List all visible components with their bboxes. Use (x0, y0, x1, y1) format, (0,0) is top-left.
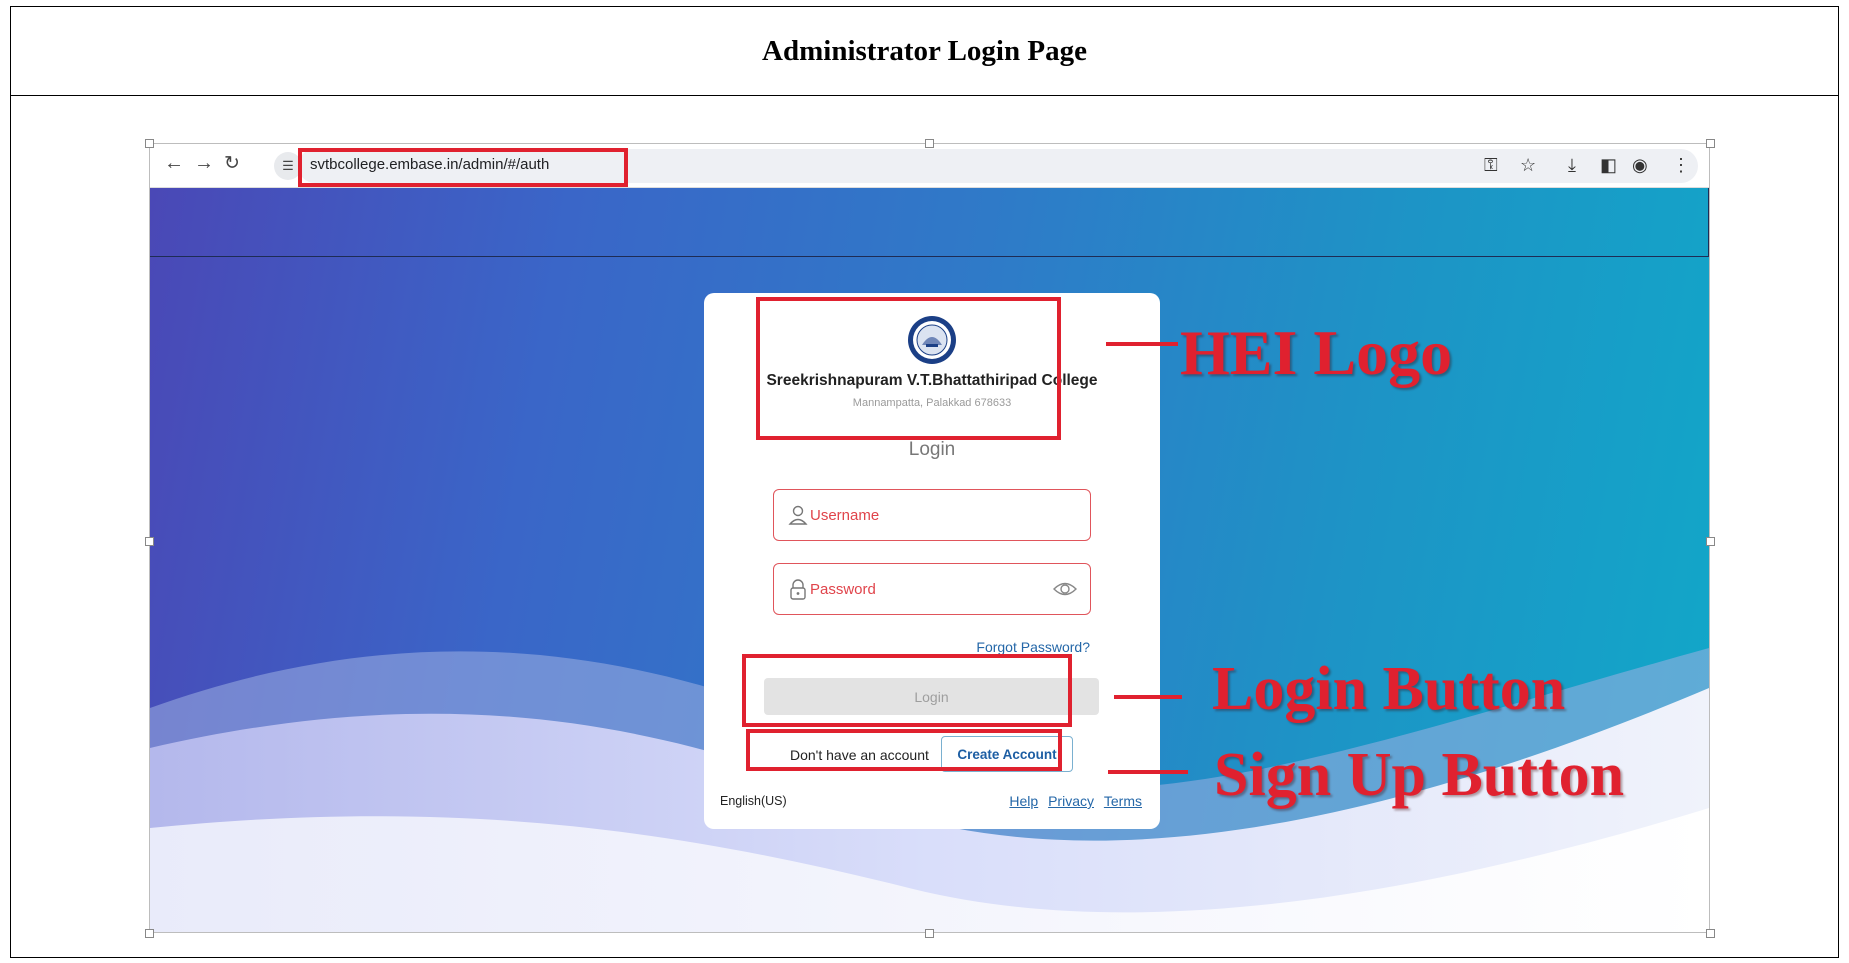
logo-annotation-box (756, 297, 1061, 440)
username-input[interactable] (810, 500, 1040, 530)
logo-connector-line (1106, 342, 1178, 346)
login-annotation-label: Login Button (1212, 655, 1566, 723)
divider-line (150, 256, 1709, 257)
resize-handle (145, 139, 154, 148)
divider-line-vertical (1708, 188, 1709, 257)
back-arrow-icon[interactable]: ← (164, 152, 184, 175)
menu-dots-icon[interactable]: ⋮ (1672, 155, 1690, 176)
forward-arrow-icon[interactable]: → (194, 152, 214, 175)
document-title: Administrator Login Page (762, 34, 1087, 67)
password-input[interactable] (810, 574, 1040, 604)
side-panel-icon[interactable]: ◧ (1600, 155, 1617, 176)
resize-handle (1706, 929, 1715, 938)
resize-handle (925, 139, 934, 148)
resize-handle (1706, 139, 1715, 148)
resize-handle (145, 537, 154, 546)
star-icon[interactable]: ☆ (1520, 155, 1536, 176)
reload-icon[interactable]: ↻ (224, 152, 240, 175)
login-connector-line (1114, 695, 1182, 699)
signup-annotation-box (746, 729, 1062, 771)
signup-connector-line (1108, 770, 1188, 774)
user-icon (788, 505, 808, 525)
username-field[interactable] (773, 489, 1091, 541)
privacy-link[interactable]: Privacy (1048, 793, 1094, 809)
resize-handle (925, 929, 934, 938)
language-selector[interactable]: English(US) (720, 794, 787, 808)
terms-link[interactable]: Terms (1104, 793, 1142, 809)
help-link[interactable]: Help (1009, 793, 1038, 809)
download-icon[interactable]: ⤓ (1568, 155, 1576, 176)
resize-handle (145, 929, 154, 938)
password-key-icon[interactable]: ⚿ (1484, 155, 1498, 176)
screenshot-frame: ← → ↻ ☰ svtbcollege.embase.in/admin/#/au… (149, 143, 1710, 933)
logo-annotation-label: HEI Logo (1180, 317, 1453, 388)
footer-links: Help Privacy Terms (1003, 793, 1142, 809)
browser-toolbar: ← → ↻ ☰ svtbcollege.embase.in/admin/#/au… (150, 144, 1709, 188)
login-heading: Login (908, 439, 956, 460)
resize-handle (1706, 537, 1715, 546)
url-annotation-box (298, 148, 628, 187)
eye-icon[interactable] (1052, 578, 1078, 600)
login-annotation-box (742, 654, 1072, 727)
password-field[interactable] (773, 563, 1091, 615)
forgot-password-link[interactable]: Forgot Password? (976, 639, 1090, 655)
profile-icon[interactable]: ◉ (1632, 155, 1648, 176)
lock-icon (790, 579, 806, 600)
signup-annotation-label: Sign Up Button (1214, 741, 1625, 809)
document-header: Administrator Login Page (11, 7, 1838, 96)
